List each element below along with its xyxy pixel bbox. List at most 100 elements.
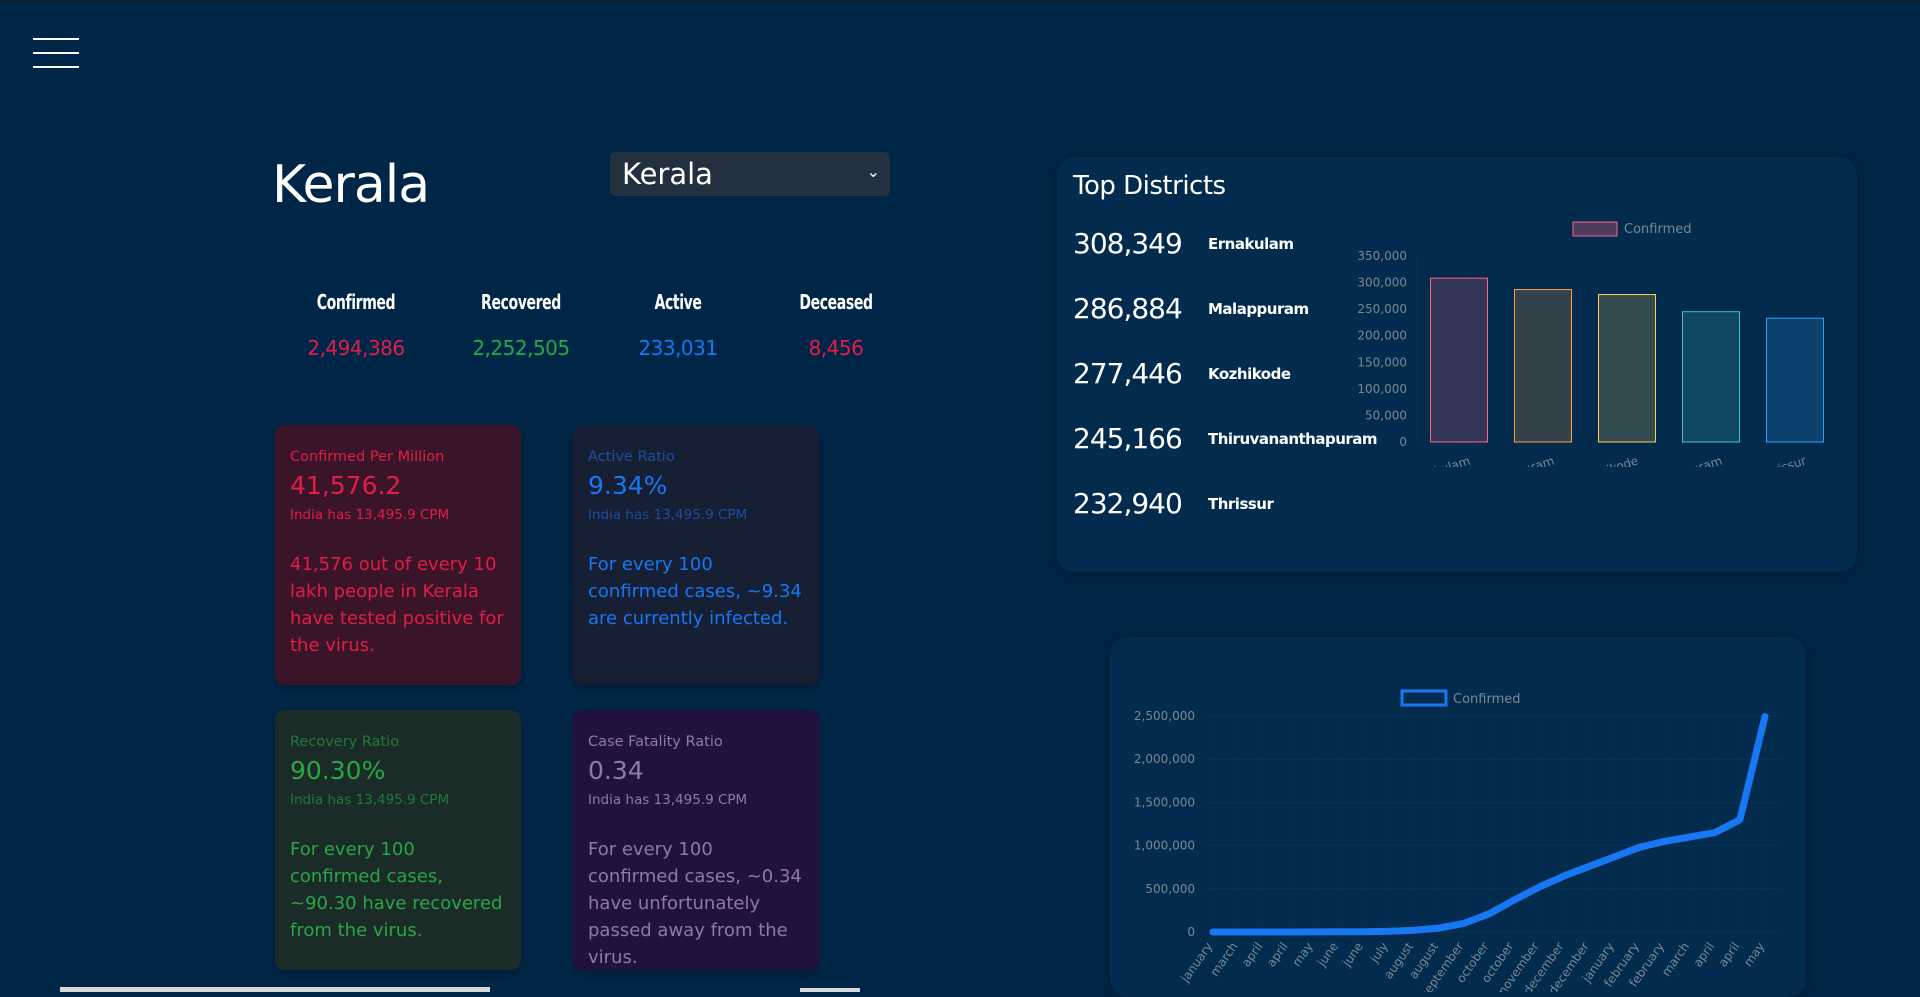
x-tick-label: january: [1177, 940, 1215, 986]
data-point: [1360, 928, 1367, 935]
card-title: Case Fatality Ratio: [588, 734, 723, 750]
x-tick-label: may: [1289, 940, 1315, 969]
y-tick-label: 100,000: [1357, 382, 1407, 396]
bar: [1514, 289, 1572, 443]
stat-confirmed-label: Confirmed: [316, 290, 396, 314]
x-tick-label: april: [1691, 940, 1718, 970]
district-name: Kozhikode: [1208, 364, 1291, 383]
x-tick-label: april: [1264, 940, 1291, 970]
bar: [1430, 277, 1488, 443]
stat-recovered-value: 2,252,505: [472, 336, 570, 360]
card-description: For every 100 confirmed cases, ~90.30 ha…: [290, 839, 503, 941]
data-point: [1310, 928, 1317, 935]
y-tick-label: 0: [1187, 925, 1195, 939]
x-tick-label: june: [1314, 940, 1341, 970]
y-tick-label: 0: [1399, 435, 1407, 449]
state-select[interactable]: Kerala ⌄: [610, 152, 890, 196]
district-value: 232,940: [1073, 487, 1183, 520]
data-point: [1586, 863, 1593, 870]
district-row: 245,166 Thiruvananthapuram: [1073, 422, 1378, 455]
stat-deceased-label: Deceased: [799, 290, 873, 314]
data-point: [1611, 853, 1618, 860]
y-tick-label: 1,000,000: [1134, 839, 1195, 853]
legend-label: Confirmed: [1624, 222, 1692, 237]
top-districts-panel: Top Districts 308,349 Ernakulam 286,884 Ma…: [1057, 157, 1857, 572]
data-point: [1686, 833, 1693, 840]
chevron-down-icon: ⌄: [866, 162, 880, 181]
card-title: Confirmed Per Million: [290, 449, 445, 465]
stat-confirmed-value: 2,494,386: [307, 336, 405, 360]
state-title: Kerala: [272, 155, 430, 215]
y-tick-label: 350,000: [1357, 249, 1407, 263]
x-tick-label: july: [1367, 940, 1391, 966]
stat-active-value: 233,031: [638, 336, 718, 360]
stat-deceased-value: 8,456: [808, 336, 864, 360]
x-tick-label: may: [1741, 940, 1767, 969]
x-tick-label: Ernakulam: [1407, 454, 1472, 467]
y-tick-label: 200,000: [1357, 329, 1407, 343]
horizontal-scrollbar[interactable]: [60, 987, 490, 992]
y-tick-label: 50,000: [1365, 408, 1407, 422]
state-select-value: Kerala: [622, 157, 713, 191]
x-tick-label: Kozhikode: [1578, 454, 1640, 467]
data-point: [1486, 910, 1492, 917]
y-tick-label: 2,500,000: [1134, 709, 1195, 723]
district-value: 308,349: [1073, 227, 1183, 260]
card-value: 0.34: [588, 756, 644, 785]
data-point: [1210, 929, 1216, 935]
data-point: [1260, 928, 1267, 935]
stat-recovered-label: Recovered: [481, 290, 561, 314]
data-point: [1636, 844, 1643, 851]
legend-swatch: [1400, 689, 1448, 707]
district-row: 308,349 Ernakulam: [1073, 227, 1294, 260]
district-value: 286,884: [1073, 292, 1183, 325]
stat-active: Active 233,031: [593, 290, 763, 360]
district-name: Thrissur: [1208, 494, 1274, 513]
stat-recovered: Recovered 2,252,505: [436, 290, 606, 360]
card-value: 9.34%: [588, 471, 668, 500]
bar: [1766, 317, 1824, 443]
card-value: 41,576.2: [290, 471, 402, 500]
hamburger-menu-icon[interactable]: [33, 38, 79, 70]
stat-confirmed: Confirmed 2,494,386: [271, 290, 441, 360]
stat-deceased: Deceased 8,456: [751, 290, 921, 360]
x-tick-label: Thrissur: [1757, 454, 1808, 467]
y-tick-label: 1,500,000: [1134, 795, 1195, 809]
horizontal-scrollbar-thumb[interactable]: [800, 988, 860, 992]
card-subtext: India has 13,495.9 CPM: [588, 507, 748, 523]
y-tick-label: 150,000: [1357, 355, 1407, 369]
x-tick-label: april: [1716, 940, 1743, 970]
bar: [1598, 294, 1656, 443]
card-active-ratio: Active Ratio 9.34% India has 13,495.9 CP…: [573, 425, 819, 685]
legend-label: Confirmed: [1453, 692, 1521, 707]
card-subtext: India has 13,495.9 CPM: [290, 507, 450, 523]
card-subtext: India has 13,495.9 CPM: [588, 792, 748, 808]
data-point: [1536, 884, 1543, 891]
y-tick-label: 250,000: [1357, 302, 1407, 316]
district-name: Malappuram: [1208, 299, 1309, 318]
top-districts-bar-chart: Confirmed 350,000 300,000 250,000 200,000 15…: [1357, 221, 1824, 467]
data-point: [1235, 929, 1242, 935]
bar: [1682, 311, 1740, 443]
top-border: [0, 0, 1920, 2]
y-tick-label: 500,000: [1145, 882, 1195, 896]
x-tick-label: Malappuram: [1480, 454, 1556, 467]
stat-active-label: Active: [654, 290, 702, 314]
district-row: 277,446 Kozhikode: [1073, 357, 1291, 390]
district-row: 286,884 Malappuram: [1073, 292, 1309, 325]
top-districts-title: Top Districts: [1073, 171, 1226, 201]
district-name: Ernakulam: [1208, 234, 1294, 253]
district-row: 232,940 Thrissur: [1073, 487, 1274, 520]
data-point: [1762, 713, 1768, 720]
x-tick-label: june: [1339, 940, 1366, 970]
card-confirmed-per-million: Confirmed Per Million 41,576.2 India has…: [275, 425, 521, 685]
data-point: [1661, 838, 1668, 845]
card-recovery-ratio: Recovery Ratio 90.30% India has 13,495.9…: [275, 710, 521, 970]
data-point: [1711, 829, 1718, 836]
district-value: 245,166: [1073, 422, 1183, 455]
card-title: Recovery Ratio: [290, 734, 400, 750]
legend-swatch: [1572, 221, 1618, 237]
data-point: [1511, 897, 1518, 904]
y-tick-label: 300,000: [1357, 276, 1407, 290]
timeline-panel: Confirmed 2,500,000 2,000,000 1,500,000 1,0…: [1110, 637, 1806, 997]
